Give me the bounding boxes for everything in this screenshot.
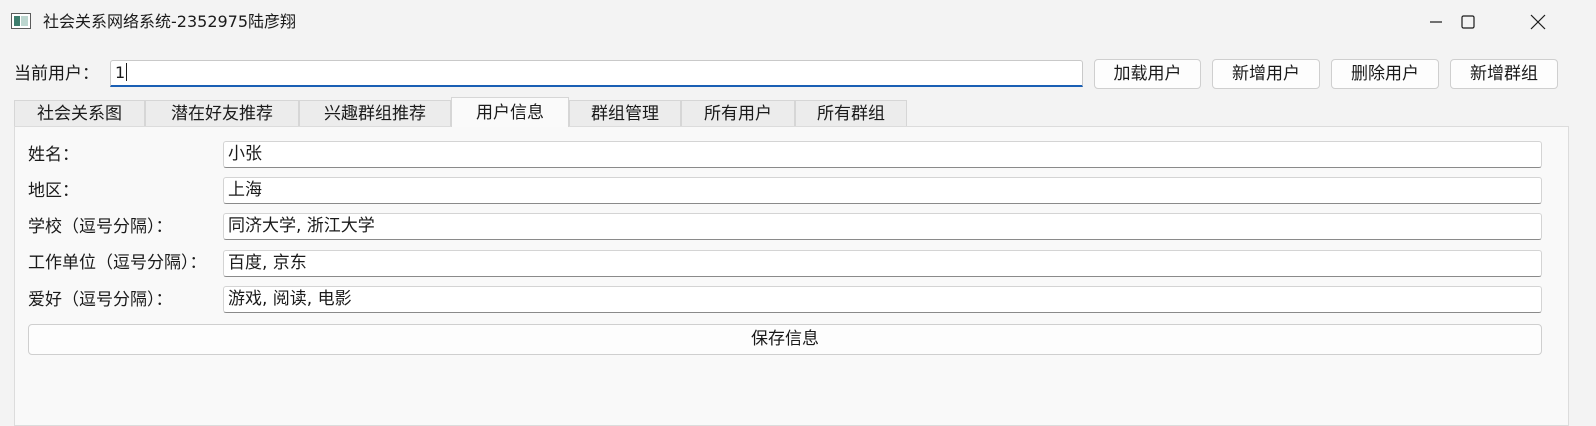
name-label: 姓名： [28, 145, 79, 165]
close-button[interactable] [1508, 0, 1568, 44]
app-window-icon [11, 13, 31, 29]
region-label: 地区： [28, 181, 79, 201]
tab-group-recommend[interactable]: 兴趣群组推荐 [299, 100, 451, 127]
school-label: 学校（逗号分隔）： [28, 217, 173, 237]
region-field[interactable]: 上海 [223, 177, 1542, 204]
maximize-icon [1461, 15, 1475, 29]
text-caret [126, 63, 128, 81]
name-field[interactable]: 小张 [223, 141, 1542, 168]
add-group-button[interactable]: 新增群组 [1450, 59, 1558, 89]
work-field[interactable]: 百度, 京东 [223, 250, 1542, 277]
current-user-label: 当前用户： [14, 64, 99, 84]
work-label: 工作单位（逗号分隔）： [28, 253, 207, 273]
title-bar: 社会关系网络系统-2352975陆彦翔 [0, 0, 1596, 44]
current-user-value: 1 [115, 63, 126, 82]
tab-user-info[interactable]: 用户信息 [451, 97, 569, 127]
delete-user-button[interactable]: 删除用户 [1331, 59, 1439, 89]
close-icon [1530, 14, 1546, 30]
maximize-button[interactable] [1438, 0, 1498, 44]
load-user-button[interactable]: 加载用户 [1094, 59, 1201, 89]
add-user-button[interactable]: 新增用户 [1212, 59, 1320, 89]
tab-all-users[interactable]: 所有用户 [681, 100, 795, 127]
tab-group-manage[interactable]: 群组管理 [569, 100, 681, 127]
tab-all-groups[interactable]: 所有群组 [795, 100, 907, 127]
hobby-field[interactable]: 游戏, 阅读, 电影 [223, 286, 1542, 313]
hobby-label: 爱好（逗号分隔）： [28, 290, 173, 310]
school-field[interactable]: 同济大学, 浙江大学 [223, 213, 1542, 240]
tab-friend-recommend[interactable]: 潜在好友推荐 [145, 100, 299, 127]
tab-social-graph[interactable]: 社会关系图 [14, 100, 145, 127]
current-user-input[interactable]: 1 [110, 60, 1083, 87]
save-info-button[interactable]: 保存信息 [28, 324, 1542, 355]
window-title: 社会关系网络系统-2352975陆彦翔 [43, 12, 297, 31]
